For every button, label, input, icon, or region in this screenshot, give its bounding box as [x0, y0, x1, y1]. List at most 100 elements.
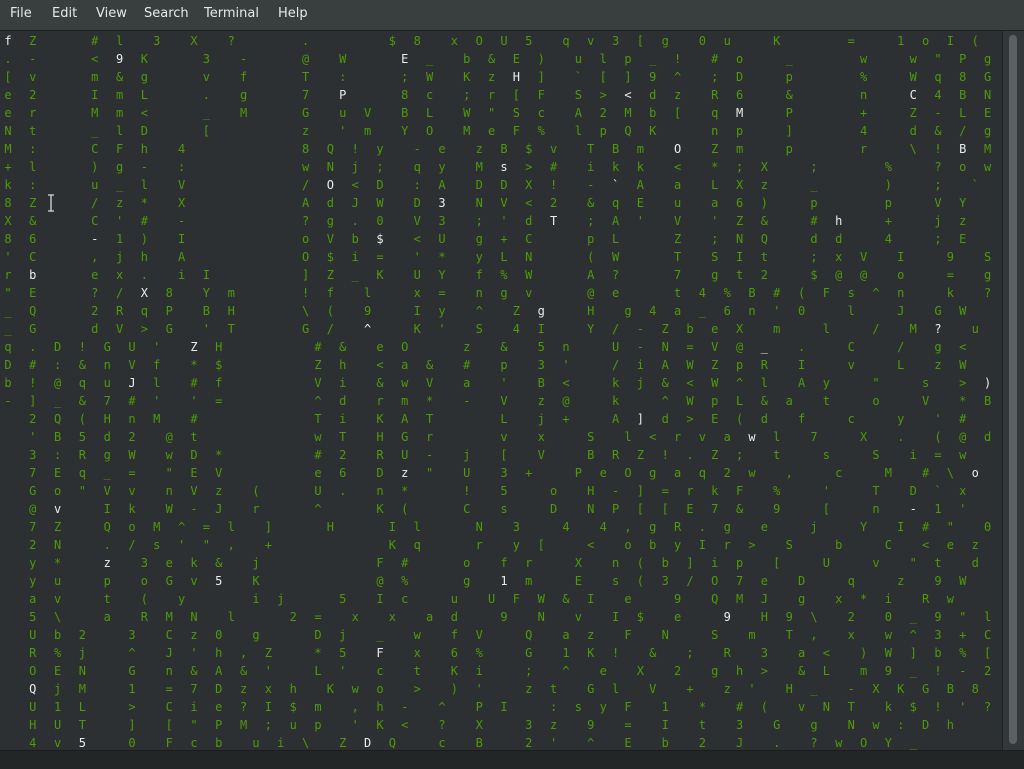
terminal-char: v	[698, 430, 706, 444]
terminal-char: L	[425, 106, 434, 120]
terminal-char: !	[934, 142, 942, 156]
terminal-char: '	[959, 700, 967, 714]
terminal-char: )	[91, 160, 99, 174]
terminal-char: n	[475, 286, 483, 300]
terminal-char: ,	[351, 700, 359, 714]
terminal-char: "	[165, 466, 173, 480]
terminal-char: x	[959, 484, 967, 498]
terminal-char: b	[661, 556, 669, 570]
terminal-char: -	[91, 232, 99, 246]
terminal-char: w	[835, 736, 843, 750]
terminal-char: n	[562, 340, 570, 354]
terminal-char: 9	[785, 610, 793, 624]
menu-edit[interactable]: Edit	[52, 6, 77, 21]
terminal-char: W	[165, 502, 173, 516]
terminal-char: l	[773, 430, 781, 444]
terminal-char: F	[376, 646, 384, 660]
terminal-char: 4	[29, 736, 37, 750]
terminal-char: 1	[128, 682, 136, 696]
terminal-char: E	[29, 286, 37, 300]
terminal-char: #	[810, 214, 818, 228]
terminal-char: b	[53, 628, 62, 642]
terminal-char: g	[252, 628, 260, 642]
terminal-char: -	[140, 160, 148, 174]
terminal-char: 2	[847, 610, 855, 624]
menu-terminal[interactable]: Terminal	[204, 6, 259, 21]
terminal-char: 4	[698, 286, 706, 300]
menu-help[interactable]: Help	[278, 6, 308, 21]
terminal-char: >	[760, 664, 768, 678]
terminal-char: T	[339, 430, 347, 444]
terminal-char: y	[438, 160, 446, 174]
terminal-char: w	[859, 52, 868, 66]
terminal-char: c	[425, 88, 434, 102]
terminal-char: k	[636, 160, 644, 174]
terminal-char: <	[673, 160, 682, 174]
terminal-char: N	[661, 340, 669, 354]
terminal-char: P	[475, 700, 483, 714]
terminal-char: 1	[115, 232, 124, 246]
terminal-char: y	[475, 250, 483, 264]
terminal-char: =	[624, 718, 632, 732]
terminal-char: k	[711, 484, 719, 498]
scrollbar-thumb[interactable]	[1009, 35, 1017, 744]
terminal-char: b	[4, 376, 12, 390]
terminal-char: =	[202, 520, 210, 534]
terminal-char: 2	[723, 466, 731, 480]
terminal-char: M	[475, 160, 483, 174]
terminal-char: r	[686, 484, 694, 498]
terminal-char: X	[872, 682, 880, 696]
terminal-char: @	[376, 574, 384, 588]
terminal-char: <	[587, 538, 595, 552]
terminal-char: Z	[909, 106, 917, 120]
terminal-char: o	[971, 466, 979, 480]
terminal-output[interactable]: f Z # l 3 X?. $8 x O U 5 q v 3[g 0 u K = 1 o I(. - <9 K 3- @ W E _ b &…	[0, 31, 1002, 750]
terminal-char: t	[549, 682, 558, 696]
terminal-char: _	[4, 304, 12, 318]
terminal-char: u	[673, 196, 682, 210]
terminal-char: Z	[636, 448, 644, 462]
terminal-char: g	[711, 268, 719, 282]
terminal-char: 2	[673, 664, 682, 678]
terminal-char: s	[847, 286, 855, 300]
terminal-char: g	[983, 52, 992, 66]
terminal-char: %	[53, 646, 62, 660]
terminal-char: p	[587, 232, 595, 246]
terminal-char: 1	[661, 700, 669, 714]
terminal-char: ;	[735, 448, 744, 462]
terminal-char: g	[140, 70, 148, 84]
terminal-char: i	[711, 556, 719, 570]
menu-view[interactable]: View	[96, 6, 127, 21]
terminal-char: X	[735, 322, 744, 336]
terminal-char: U	[128, 340, 136, 354]
terminal-char: 2	[760, 268, 768, 282]
terminal-char: -	[190, 502, 198, 516]
terminal-char: 1	[562, 646, 570, 660]
terminal-char: ]	[636, 412, 644, 426]
terminal-char: r	[29, 106, 37, 120]
terminal-char: f	[500, 556, 508, 570]
menu-search[interactable]: Search	[144, 6, 189, 21]
terminal-char: O	[301, 250, 310, 264]
terminal-char: z	[301, 124, 310, 138]
terminal-char: ?	[227, 34, 235, 48]
terminal-char: a	[463, 376, 471, 390]
terminal-char: V	[115, 322, 124, 336]
terminal-char: @	[165, 430, 173, 444]
terminal-char: &	[376, 376, 384, 390]
terminal-char: q	[847, 574, 855, 588]
terminal-char: z	[673, 88, 682, 102]
terminal-char: j	[115, 250, 124, 264]
terminal-char: S	[872, 448, 880, 462]
terminal-char: w	[413, 628, 421, 642]
terminal-char: g	[723, 520, 731, 534]
terminal-char: '	[959, 502, 967, 516]
terminal-char: H	[587, 304, 595, 318]
menu-file[interactable]: File	[10, 6, 32, 21]
terminal-char: *	[215, 448, 223, 462]
terminal-char: k	[128, 502, 136, 516]
terminal-char: 6	[450, 646, 458, 660]
terminal-scrollbar[interactable]	[1002, 31, 1024, 750]
terminal-char: =	[215, 394, 223, 408]
terminal-char: l	[611, 682, 620, 696]
